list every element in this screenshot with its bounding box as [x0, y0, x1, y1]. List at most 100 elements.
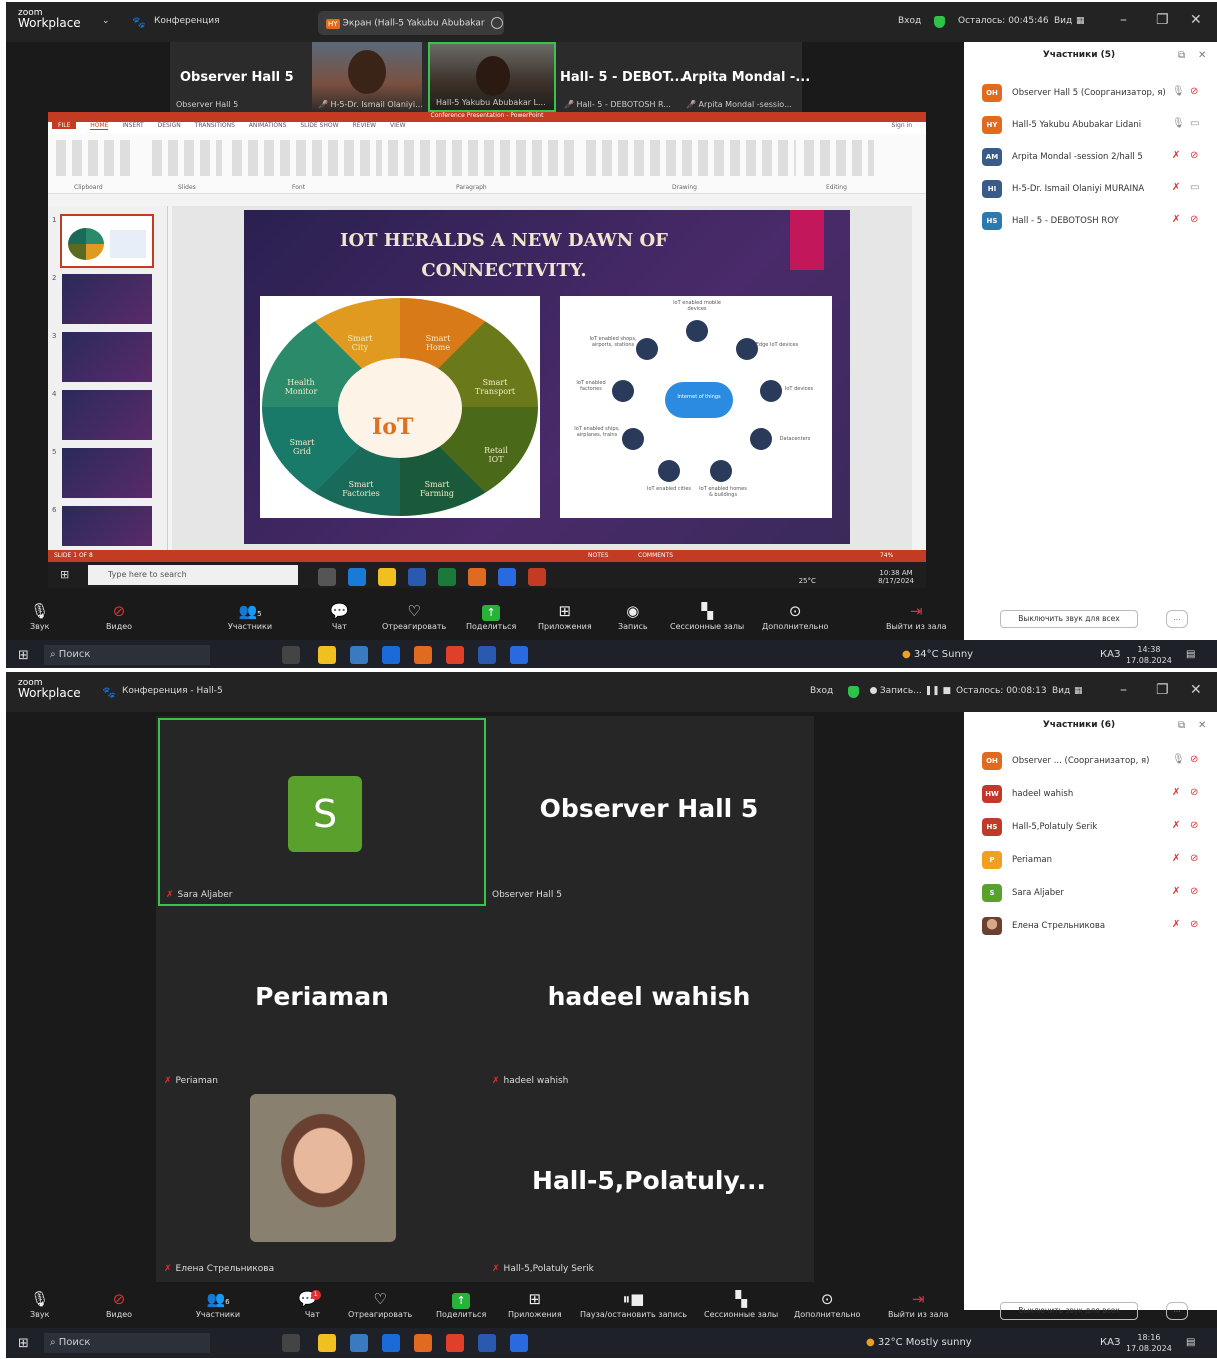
calendar-icon[interactable] — [350, 1334, 368, 1352]
language-indicator[interactable]: КАЗ — [1100, 1337, 1120, 1348]
zoom-app-icon[interactable] — [510, 1334, 528, 1352]
grid-view-icon[interactable]: ▦ — [1074, 686, 1083, 696]
windows-start-icon[interactable]: ⊞ — [18, 1336, 29, 1351]
participant-row[interactable]: OH Observer Hall 5 (Соорганизатор, я) 🎙 ⊘ — [982, 82, 1202, 104]
tile-elena[interactable]: ✗ Елена Стрельникова — [158, 1092, 486, 1280]
system-clock[interactable]: 14:38 17.08.2024 — [1126, 644, 1172, 666]
ppt-tab-slideshow[interactable]: SLIDE SHOW — [300, 122, 338, 129]
remote-search-box[interactable]: Type here to search — [88, 565, 298, 585]
share-button[interactable]: ↑ Поделиться — [436, 1288, 486, 1319]
notifications-icon[interactable]: ▤ — [1186, 649, 1195, 660]
windows-start-icon[interactable]: ⊞ — [18, 648, 29, 663]
participants-button[interactable]: 👥5 Участники — [228, 600, 272, 631]
participant-row[interactable]: HW hadeel wahish ✗ ⊘ — [982, 783, 1202, 805]
audio-button[interactable]: 🎙 Звук — [30, 1288, 49, 1319]
participant-row[interactable]: HI H-5-Dr. Ismail Olaniyi MURAINA ✗ ▭ — [982, 178, 1202, 200]
mute-all-button[interactable]: Выключить звук для всех — [1000, 610, 1138, 628]
audio-button[interactable]: 🎙 Звук — [30, 600, 49, 631]
close-icon[interactable]: ✕ — [1198, 720, 1206, 731]
more-button[interactable]: ⊙ Дополнительно — [762, 600, 828, 631]
edge-icon[interactable] — [348, 568, 366, 586]
breakout-button[interactable]: ▚ Сессионные залы — [704, 1288, 778, 1319]
ppt-tab-insert[interactable]: INSERT — [122, 122, 143, 129]
participant-row[interactable]: HS Hall-5,Polatuly Serik ✗ ⊘ — [982, 816, 1202, 838]
powerpoint-icon[interactable] — [528, 568, 546, 586]
tile-hadeel[interactable]: hadeel wahish ✗ hadeel wahish — [486, 906, 812, 1092]
explorer-icon[interactable] — [378, 568, 396, 586]
slide-thumb-3[interactable] — [62, 332, 152, 382]
camera-off-icon[interactable]: ⊘ — [1190, 886, 1198, 897]
camera-off-icon[interactable]: ⊘ — [1190, 150, 1198, 161]
calendar-icon[interactable] — [350, 646, 368, 664]
view-button[interactable]: Вид — [1054, 16, 1072, 26]
video-button[interactable]: ⊘ Видео — [106, 600, 132, 631]
participants-button[interactable]: 👥6 Участники — [196, 1288, 240, 1319]
pause-recording-button[interactable]: ⏸■ Пауза/остановить запись — [580, 1288, 687, 1319]
chat-button[interactable]: 💬 Чат — [330, 600, 349, 631]
word-icon[interactable] — [478, 646, 496, 664]
ppt-signin[interactable]: Sign in — [892, 122, 912, 129]
react-button[interactable]: ♡ Отреагировать — [382, 600, 446, 631]
participant-row[interactable]: AM Arpita Mondal -session 2/hall 5 ✗ ⊘ — [982, 146, 1202, 168]
shield-icon[interactable] — [934, 16, 945, 28]
zoom-app-icon[interactable] — [510, 646, 528, 664]
participant-row[interactable]: HS Hall - 5 - DEBOTOSH ROY ✗ ⊘ — [982, 210, 1202, 232]
camera-off-icon[interactable]: ⊘ — [1190, 787, 1198, 798]
more-options-button[interactable]: ... — [1166, 610, 1188, 628]
notifications-icon[interactable]: ▤ — [1186, 1337, 1195, 1348]
tile-polatuly[interactable]: Hall-5,Polatuly... ✗ Hall-5,Polatuly Seri… — [486, 1092, 812, 1280]
slide-thumb-1[interactable] — [60, 214, 154, 268]
apps-button[interactable]: ⊞ Приложения — [538, 600, 592, 631]
mic-muted-icon[interactable]: ✗ — [1172, 886, 1180, 897]
task-view-icon[interactable] — [318, 568, 336, 586]
mic-icon[interactable]: 🎙 — [1172, 86, 1185, 97]
zoom-level[interactable]: 74% — [880, 552, 893, 559]
participant-row[interactable]: HY Hall-5 Yakubu Abubakar Lidani 🎙 ▭ — [982, 114, 1202, 136]
mic-muted-icon[interactable]: ✗ — [1172, 787, 1180, 798]
chevron-down-icon[interactable]: ⌄ — [102, 16, 110, 26]
ppt-tab-file[interactable]: FILE — [52, 122, 77, 129]
leave-button[interactable]: ⇥ Выйти из зала — [888, 1288, 949, 1319]
word-icon[interactable] — [478, 1334, 496, 1352]
zoom-app-icon[interactable] — [498, 568, 516, 586]
participant-row[interactable]: P Periaman ✗ ⊘ — [982, 849, 1202, 871]
more-button[interactable]: ⊙ Дополнительно — [794, 1288, 860, 1319]
tile-sara[interactable]: S ✗ Sara Aljaber — [158, 718, 486, 906]
taskbar-search[interactable]: ⌕ Поиск — [44, 645, 210, 665]
tile-yakubu-video[interactable]: Hall-5 Yakubu Abubakar L... — [428, 42, 556, 112]
explorer-icon[interactable] — [318, 1334, 336, 1352]
mic-icon[interactable]: 🎙 — [1172, 754, 1185, 765]
paragraph-tools[interactable] — [388, 140, 578, 176]
mic-muted-icon[interactable]: ✗ — [1172, 853, 1180, 864]
camera-off-icon[interactable]: ⊘ — [1190, 86, 1198, 97]
ppt-tab-design[interactable]: DESIGN — [158, 122, 181, 129]
slide-thumb-4[interactable] — [62, 390, 152, 440]
mic-muted-icon[interactable]: ✗ — [1172, 820, 1180, 831]
ppt-tab-home[interactable]: HOME — [90, 122, 109, 130]
system-clock[interactable]: 18:16 17.08.2024 — [1126, 1332, 1172, 1354]
task-view-icon[interactable] — [282, 646, 300, 664]
ppt-tab-review[interactable]: REVIEW — [353, 122, 377, 129]
participant-row[interactable]: Елена Стрельникова ✗ ⊘ — [982, 915, 1202, 937]
mail-icon[interactable] — [382, 646, 400, 664]
clipboard-tools[interactable] — [56, 140, 136, 176]
tile-observer[interactable]: Observer Hall 5 Observer Hall 5 — [486, 718, 812, 906]
login-button[interactable]: Вход — [810, 686, 833, 696]
tile-ismail-video[interactable]: 🎤̸ H-5-Dr. Ismail Olaniyi... — [312, 42, 423, 112]
camera-off-icon[interactable]: ⊘ — [1190, 754, 1198, 765]
react-button[interactable]: ♡ Отреагировать — [348, 1288, 412, 1319]
firefox-icon[interactable] — [414, 1334, 432, 1352]
mute-all-button[interactable]: Выключить звук для всех — [1000, 1302, 1138, 1320]
slide-thumb-6[interactable] — [62, 506, 152, 546]
participant-row[interactable]: OH Observer ... (Соорганизатор, я) 🎙 ⊘ — [982, 750, 1202, 772]
video-button[interactable]: ⊘ Видео — [106, 1288, 132, 1319]
close-icon[interactable]: ✕ — [1190, 12, 1202, 28]
slide-thumb-2[interactable] — [62, 274, 152, 324]
minimize-icon[interactable]: – — [1120, 12, 1127, 28]
restore-icon[interactable]: ❐ — [1156, 12, 1169, 28]
camera-off-icon[interactable]: ⊘ — [1190, 820, 1198, 831]
grid-view-icon[interactable]: ▦ — [1076, 16, 1085, 26]
word-icon[interactable] — [408, 568, 426, 586]
view-options-icon[interactable] — [490, 17, 503, 29]
tile-observer-hall5[interactable]: Observer Hall 5 Observer Hall 5 — [170, 42, 310, 112]
